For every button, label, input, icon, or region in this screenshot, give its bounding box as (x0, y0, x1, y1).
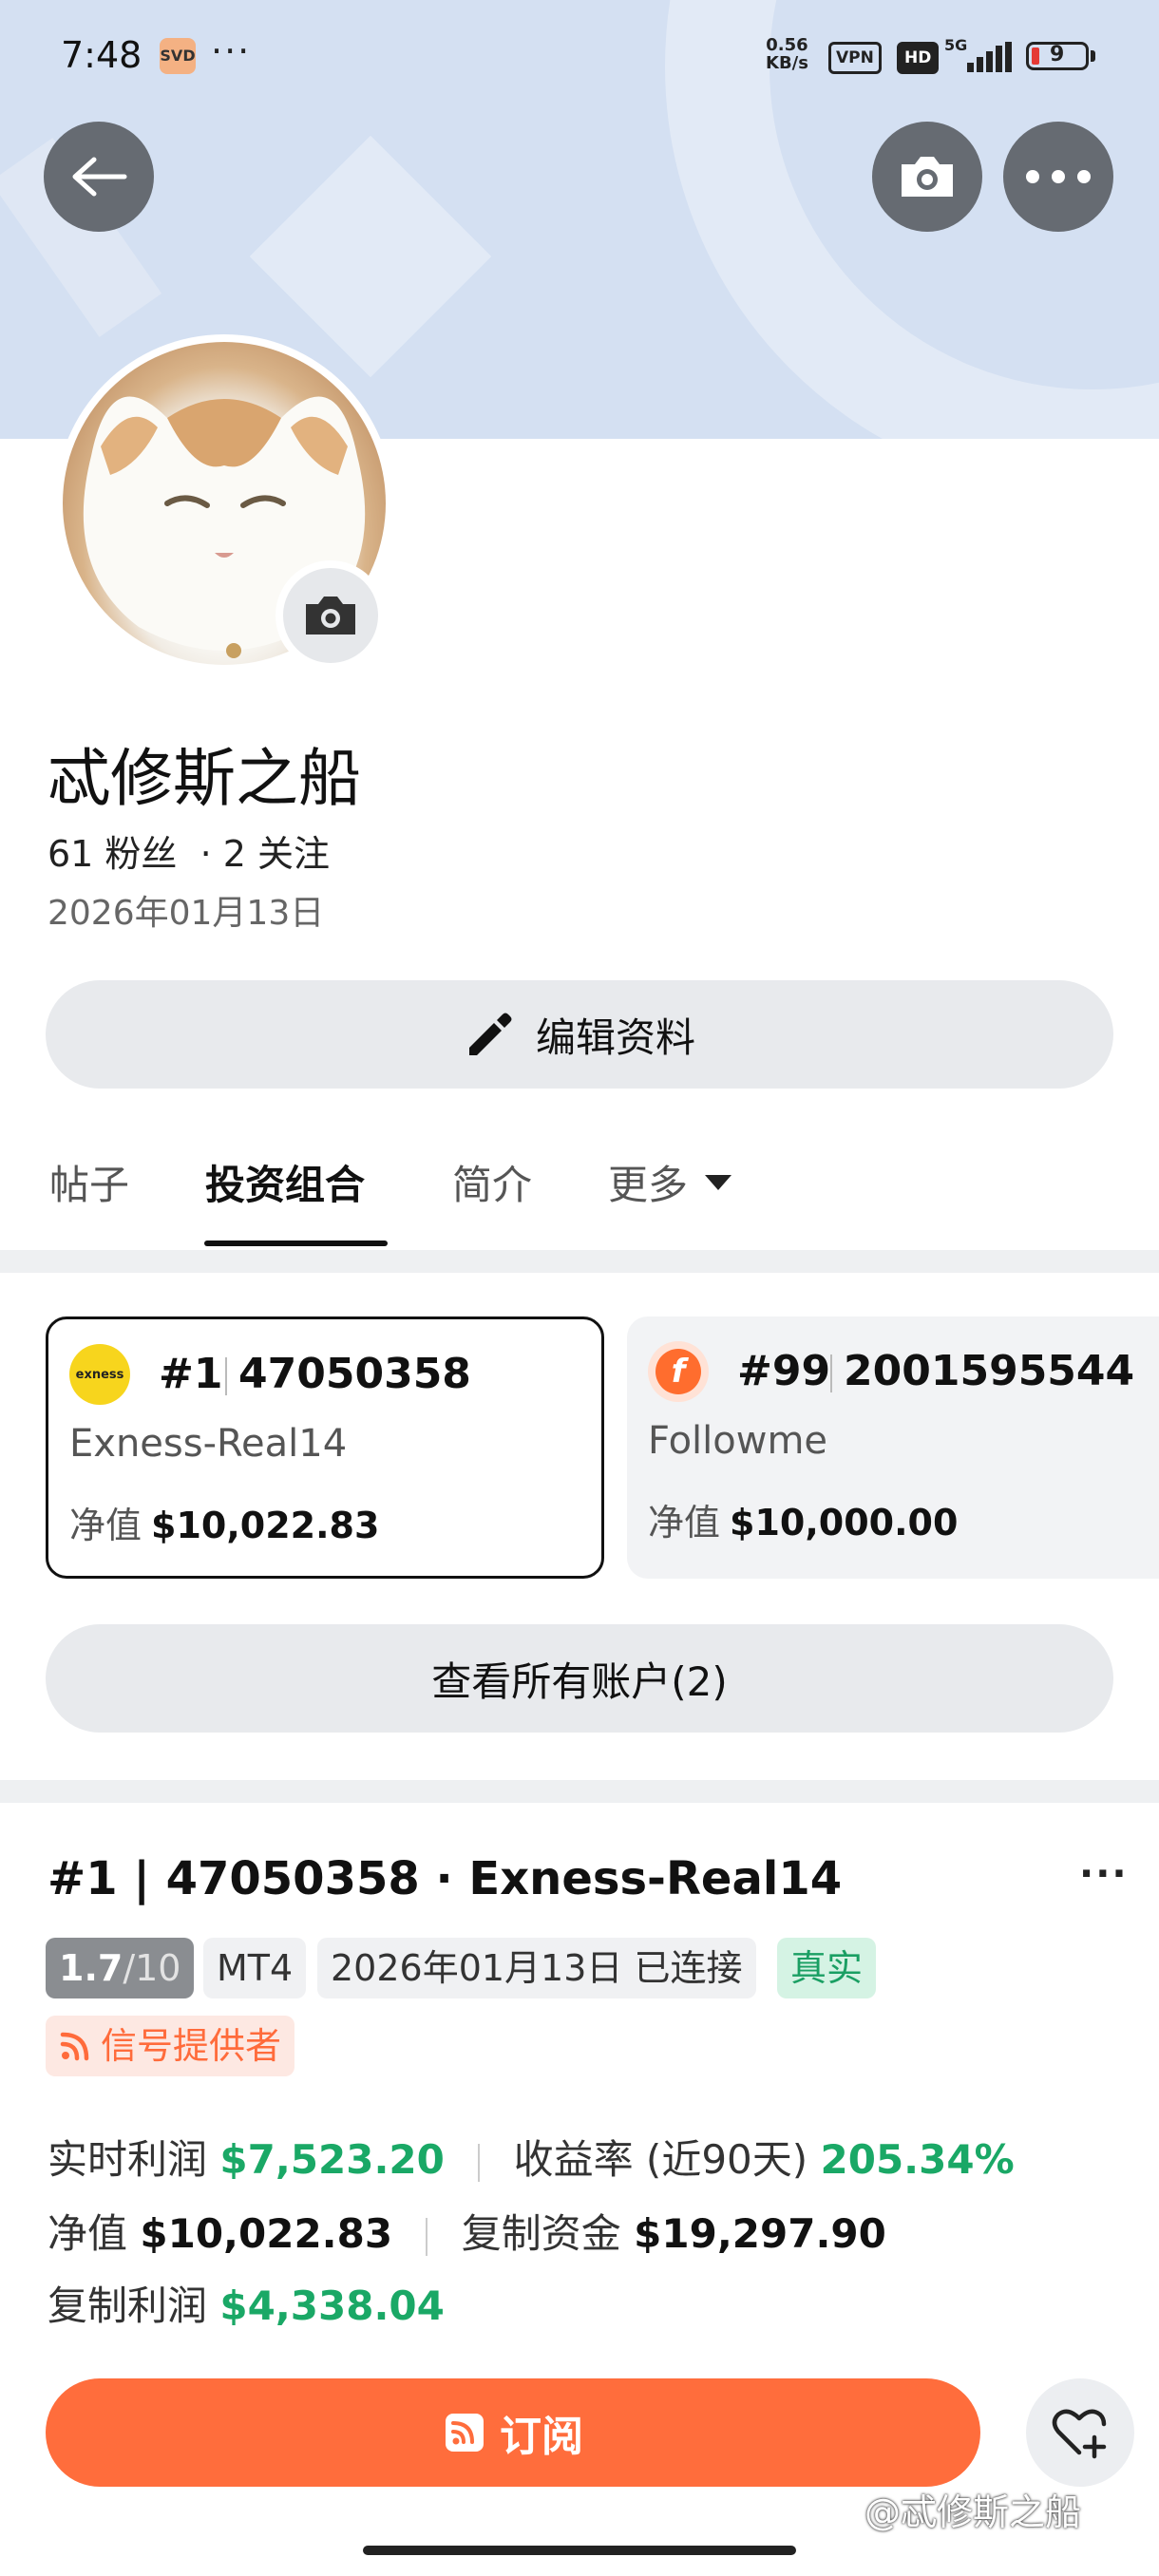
pencil-icon (468, 1013, 512, 1055)
hd-badge: HD (897, 42, 940, 74)
copy-funds-value: $19,297.90 (634, 2210, 886, 2257)
net-label: 净值 (648, 1502, 721, 1544)
signal-strength-icon (967, 42, 1013, 72)
net-speed: 0.56 KB/s (766, 36, 808, 72)
signal-provider-label: 信号提供者 (101, 2025, 282, 2067)
net-speed-value: 0.56 (766, 35, 808, 55)
account-server: Exness-Real14 (69, 1422, 348, 1466)
metrics-row-3: 复制利润 $4,338.04 (48, 2274, 445, 2332)
battery-icon: 9 (1026, 42, 1089, 70)
net-value: $10,000.00 (730, 1502, 959, 1544)
net-speed-unit: KB/s (766, 53, 808, 73)
status-time: 7:48 (61, 34, 142, 76)
favorite-button[interactable] (1026, 2378, 1134, 2487)
back-button[interactable] (44, 122, 154, 232)
follow-stats[interactable]: 61 粉丝 · 2 关注 (48, 824, 330, 877)
copy-funds-label: 复制资金 (461, 2210, 621, 2257)
profile-name: 忒修斯之船 (48, 742, 361, 815)
vpn-badge: VPN (828, 42, 882, 74)
account-card-1[interactable]: exness #1 47050358 Exness-Real14 净值 $10,0… (46, 1316, 604, 1579)
rss-icon (60, 2032, 89, 2061)
account-net-value: 净值 $10,022.83 (69, 1496, 379, 1548)
notification-app-icon: SVD (160, 38, 196, 74)
real-account-badge: 真实 (777, 1938, 877, 1998)
net-value: $10,022.83 (140, 2210, 393, 2257)
connected-badge: 2026年01月13日 已连接 (317, 1938, 756, 1998)
signal-provider-badge: 信号提供者 (46, 2016, 295, 2076)
profile-tabs: 帖子 投资组合 简介 更多 (0, 1140, 1159, 1252)
copy-profit-label: 复制利润 (48, 2282, 208, 2329)
view-all-accounts-button[interactable]: 查看所有账户(2) (46, 1624, 1113, 1733)
realtime-profit-value: $7,523.20 (219, 2136, 445, 2183)
heart-plus-icon (1052, 2409, 1107, 2459)
account-card-2[interactable]: f #99 2001595544 Followme 净值 $10,000.00 (627, 1316, 1159, 1579)
account-detail-title: #1 | 47050358 · Exness-Real14 (48, 1852, 843, 1905)
exness-logo-text: exness (75, 1367, 124, 1382)
arrow-left-icon (72, 157, 127, 197)
network-type: 5G (944, 36, 968, 54)
camera-icon (902, 157, 953, 197)
section-divider (0, 1250, 1159, 1273)
followme-logo-icon: f (648, 1341, 709, 1402)
net-label: 净值 (48, 2210, 128, 2257)
edit-profile-label: 编辑资料 (535, 1013, 695, 1061)
platform-badge: MT4 (203, 1938, 307, 1998)
rating-value: 1.7 (59, 1947, 124, 1989)
tab-posts[interactable]: 帖子 (49, 1153, 129, 1211)
account-rank: #99 (737, 1347, 831, 1395)
rating-scale: /10 (123, 1947, 181, 1989)
detail-more-icon[interactable]: ··· (1079, 1852, 1129, 1896)
battery-level: 9 (1050, 43, 1065, 66)
metrics-row-2: 净值 $10,022.83 复制资金 $19,297.90 (48, 2202, 886, 2260)
tab-portfolio[interactable]: 投资组合 (205, 1153, 365, 1211)
more-options-button[interactable] (1003, 122, 1113, 232)
camera-icon (306, 597, 355, 635)
active-tab-indicator (204, 1241, 388, 1246)
copy-profit-value: $4,338.04 (219, 2282, 445, 2329)
account-server: Followme (648, 1419, 828, 1463)
net-value: $10,022.83 (151, 1505, 380, 1546)
tab-more-label: 更多 (608, 1162, 689, 1208)
join-date: 2026年01月13日 (48, 894, 325, 933)
subscribe-icon (446, 2414, 484, 2452)
followme-logo-text: f (656, 1349, 701, 1394)
account-number: 47050358 (238, 1350, 471, 1398)
status-more-icon: ··· (211, 30, 252, 72)
account-number: 2001595544 (844, 1347, 1135, 1395)
caret-down-icon (705, 1174, 732, 1190)
tab-intro[interactable]: 简介 (452, 1153, 532, 1211)
return-value: 205.34% (820, 2136, 1015, 2183)
rating-badge: 1.7/10 (46, 1938, 195, 1998)
realtime-profit-label: 实时利润 (48, 2136, 208, 2183)
metrics-row-1: 实时利润 $7,523.20 收益率 (近90天) 205.34% (48, 2128, 1015, 2186)
edit-profile-button[interactable]: 编辑资料 (46, 980, 1113, 1089)
change-avatar-button[interactable] (276, 560, 386, 671)
account-net-value: 净值 $10,000.00 (648, 1493, 958, 1545)
subscribe-label: 订阅 (500, 2413, 583, 2461)
tab-more[interactable]: 更多 (608, 1153, 733, 1211)
return-label: 收益率 (近90天) (513, 2136, 808, 2183)
camera-button[interactable] (872, 122, 982, 232)
account-rank: #1 (159, 1350, 223, 1398)
more-horizontal-icon (1026, 170, 1091, 183)
home-indicator (363, 2546, 796, 2555)
subscribe-button[interactable]: 订阅 (46, 2378, 980, 2487)
watermark: @忒修斯之船 (864, 2491, 1082, 2533)
section-divider (0, 1780, 1159, 1803)
net-label: 净值 (69, 1505, 142, 1546)
exness-logo-icon: exness (69, 1344, 130, 1405)
